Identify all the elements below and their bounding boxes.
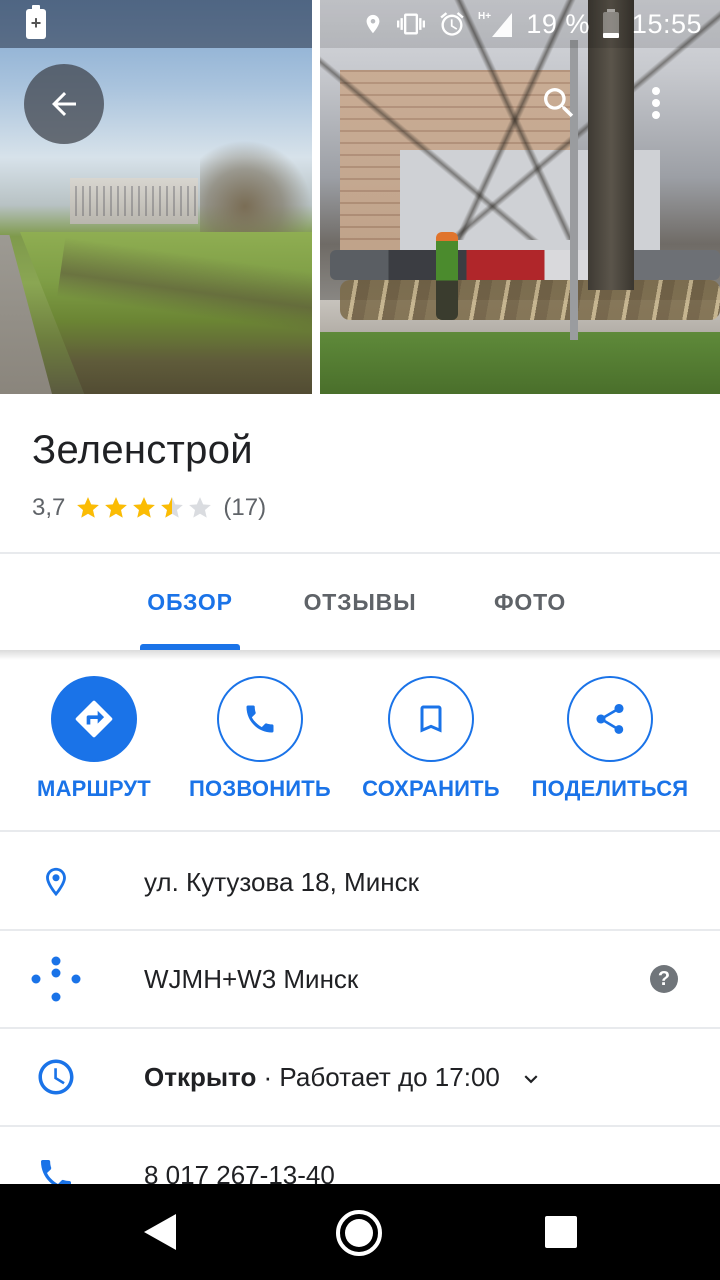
tab-photos[interactable]: ФОТО	[470, 554, 590, 650]
address-row[interactable]: ул. Кутузова 18, Минск	[0, 834, 720, 930]
hours-detail: · Работает до 17:00	[256, 1061, 500, 1092]
arrow-back-icon	[52, 92, 76, 116]
photo-header	[0, 0, 720, 394]
call-button[interactable]: ПОЗВОНИТЬ	[170, 676, 350, 802]
plus-code-text: WJMH+W3 Минск	[144, 963, 359, 994]
star-icon	[133, 497, 156, 518]
rating-row[interactable]: 3,7 (17)	[32, 490, 266, 526]
nav-home-icon[interactable]	[336, 1210, 382, 1256]
star-icon	[161, 497, 184, 518]
hours-text: Открыто · Работает до 17:00	[144, 1062, 544, 1093]
directions-icon	[75, 700, 113, 738]
place-title: Зеленстрой	[32, 428, 253, 472]
call-label: ПОЗВОНИТЬ	[189, 776, 331, 801]
rating-stars	[75, 495, 213, 521]
help-icon[interactable]: ?	[650, 965, 678, 993]
signal-icon: H+	[478, 11, 513, 37]
alarm-icon	[440, 12, 465, 36]
clock: 15:55	[631, 8, 702, 39]
plus-code-row[interactable]: WJMH+W3 Минск ?	[0, 931, 720, 1027]
plus-code-icon	[31, 956, 81, 1002]
chevron-down-icon[interactable]	[518, 1066, 544, 1092]
location-pin-icon	[46, 867, 66, 897]
battery-icon	[602, 9, 619, 38]
tab-bar-shadow	[0, 650, 720, 660]
navigation-bar	[0, 1184, 720, 1280]
tab-bar: ОБЗОР ОТЗЫВЫ ФОТО	[0, 554, 720, 650]
bookmark-icon	[420, 705, 442, 733]
search-icon	[544, 88, 574, 118]
svg-text:H+: H+	[478, 11, 491, 22]
star-icon	[189, 497, 212, 518]
hours-row[interactable]: Открыто · Работает до 17:00	[0, 1029, 720, 1125]
more-vert-icon	[652, 87, 660, 119]
battery-percent: 19 %	[526, 8, 590, 39]
address-text: ул. Кутузова 18, Минск	[144, 866, 419, 897]
save-button[interactable]: СОХРАНИТЬ	[341, 676, 521, 802]
search-button[interactable]	[534, 78, 584, 128]
nav-recents-icon[interactable]	[545, 1216, 577, 1248]
share-icon	[596, 704, 624, 734]
review-count: (17)	[223, 494, 267, 521]
hours-status: Открыто	[144, 1061, 257, 1092]
divider	[0, 830, 720, 832]
directions-button[interactable]: МАРШРУТ	[4, 676, 184, 802]
phone-icon	[246, 705, 274, 733]
rating-value: 3,7	[32, 494, 66, 521]
location-icon	[366, 14, 380, 34]
directions-label: МАРШРУТ	[37, 776, 151, 801]
star-icon	[77, 497, 100, 518]
clock-icon	[38, 1059, 74, 1095]
share-button[interactable]: ПОДЕЛИТЬСЯ	[520, 676, 700, 802]
vibrate-icon	[397, 13, 426, 35]
action-buttons: МАРШРУТ ПОЗВОНИТЬ СОХРАНИТЬ ПОДЕЛИТЬСЯ	[0, 676, 720, 816]
share-label: ПОДЕЛИТЬСЯ	[531, 776, 689, 801]
star-icon	[105, 497, 128, 518]
nav-back-icon[interactable]	[140, 1212, 180, 1252]
status-bar: + H+ 19 % 15:55	[0, 0, 720, 48]
back-button[interactable]	[24, 64, 104, 144]
more-options-button[interactable]	[632, 78, 680, 128]
tab-reviews[interactable]: ОТЗЫВЫ	[290, 554, 430, 650]
place-photo-2[interactable]	[320, 0, 720, 394]
battery-saver-icon: +	[26, 5, 46, 39]
tab-overview[interactable]: ОБЗОР	[130, 554, 250, 650]
place-photo-1[interactable]	[0, 0, 312, 394]
save-label: СОХРАНИТЬ	[362, 776, 500, 801]
